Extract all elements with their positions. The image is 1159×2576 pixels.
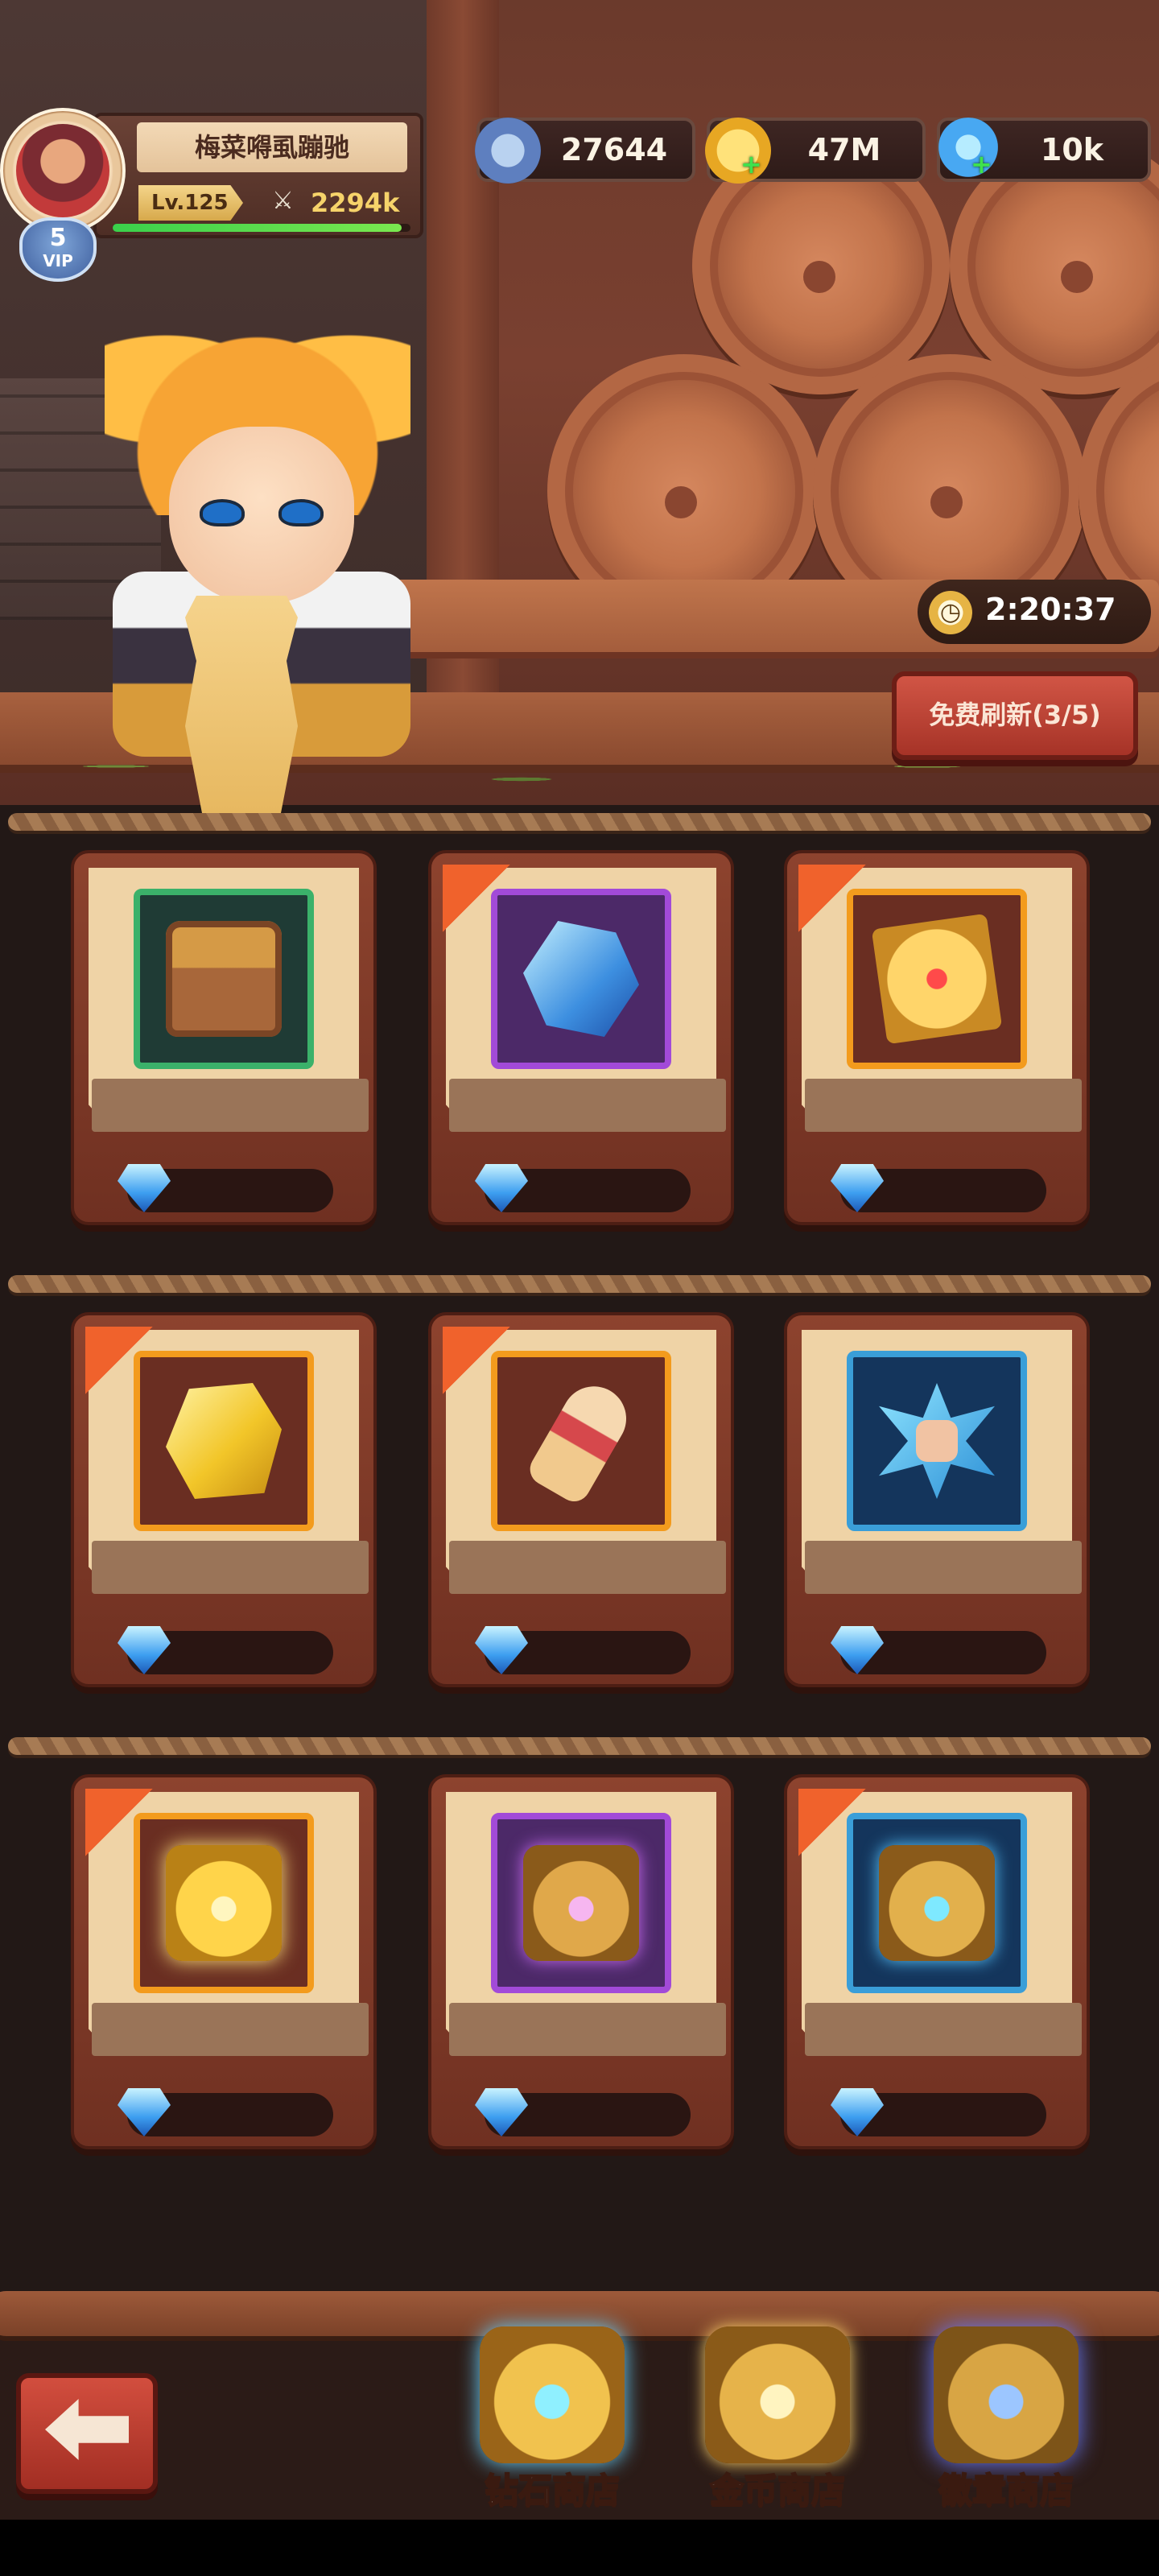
item-frame (847, 1813, 1027, 1993)
exp-bar-fill (113, 224, 402, 232)
currency-value: 47M (807, 132, 881, 167)
item-label (449, 1541, 726, 1594)
diamond-chest-icon (480, 2326, 625, 2463)
currency-value: 27644 (560, 132, 668, 167)
tab-badge-shop[interactable]: 徽章商店 (901, 2318, 1111, 2520)
shop-item-card[interactable] (428, 850, 734, 1225)
purple-skull-chest-icon (523, 1845, 639, 1961)
shop-screen: 梅菜嘚虱蹦驰 Lv.125 ⚔ 2294k 5 VIP 27644 + 47M … (0, 0, 1159, 2576)
shelf-rope (8, 1275, 1151, 1293)
item-label (805, 1541, 1082, 1594)
blue-crystal-icon (523, 921, 639, 1037)
back-button[interactable] (16, 2373, 158, 2494)
hero-scroll (185, 596, 298, 813)
gold-chest-icon (705, 2326, 850, 2463)
player-info-panel[interactable]: 梅菜嘚虱蹦驰 Lv.125 ⚔ 2294k (93, 113, 423, 238)
tab-diamond-shop[interactable]: 钻石商店 (448, 2318, 657, 2520)
diamond-icon: + (935, 118, 1001, 184)
item-frame (491, 889, 671, 1069)
shop-item-card[interactable] (428, 1774, 734, 2149)
plus-icon[interactable]: + (740, 151, 763, 177)
item-label (92, 1541, 369, 1594)
price-pill (831, 1164, 1046, 1212)
currency-gold[interactable]: + 47M (705, 118, 926, 184)
shop-item-card[interactable] (71, 1312, 377, 1687)
crossed-swords-icon: ⚔ (272, 187, 294, 215)
price-pill (475, 1164, 691, 1212)
item-frame (134, 889, 314, 1069)
gold-coin-icon: + (705, 118, 771, 184)
vip-level: 5 (49, 224, 67, 252)
shelf-rope (8, 813, 1151, 831)
avatar-portrait (16, 124, 109, 217)
price-pill (475, 2088, 691, 2136)
badge-chest-icon (934, 2326, 1079, 2463)
exp-bar (113, 224, 410, 232)
shopkeeper-hero (80, 306, 427, 821)
treasure-chest-icon (166, 921, 282, 1037)
shop-item-card[interactable] (71, 850, 377, 1225)
player-level: Lv.125 (138, 185, 243, 221)
price-pill (831, 1626, 1046, 1674)
tab-label: 徽章商店 (938, 2470, 1074, 2511)
tab-label: 钻石商店 (484, 2470, 621, 2511)
fist-skill-icon (879, 1383, 995, 1499)
clock-icon: ◷ (929, 591, 972, 634)
item-frame (847, 1351, 1027, 1531)
item-label (449, 2003, 726, 2056)
player-power: 2294k (311, 188, 400, 218)
shelf-rope (8, 1737, 1151, 1755)
price-pill (831, 2088, 1046, 2136)
hero-eye (200, 499, 245, 526)
shop-item-card[interactable] (784, 850, 1090, 1225)
item-frame (134, 1813, 314, 1993)
refresh-label: 免费刷新(3/5) (929, 700, 1101, 730)
system-nav-bar (0, 2520, 1159, 2576)
player-name: 梅菜嘚虱蹦驰 (137, 122, 407, 172)
timer-value: 2:20:37 (985, 592, 1116, 627)
red-scroll-icon (524, 1374, 638, 1508)
item-label (449, 1079, 726, 1132)
golden-spellbook-icon (871, 913, 1003, 1045)
currency-combat-power[interactable]: 27644 (475, 118, 695, 184)
vip-badge[interactable]: 5 VIP (19, 217, 97, 282)
shop-item-card[interactable] (71, 1774, 377, 2149)
blue-cloud-chest-icon (879, 1845, 995, 1961)
item-frame (847, 889, 1027, 1069)
item-frame (491, 1813, 671, 1993)
price-pill (118, 2088, 333, 2136)
plus-icon[interactable]: + (971, 151, 993, 177)
item-label (805, 2003, 1082, 2056)
vip-label: VIP (43, 251, 73, 270)
shop-item-card[interactable] (428, 1312, 734, 1687)
tab-label: 金币商店 (709, 2470, 846, 2511)
shop-item-card[interactable] (784, 1312, 1090, 1687)
price-pill (475, 1626, 691, 1674)
back-arrow-icon (45, 2399, 129, 2460)
price-pill (118, 1626, 333, 1674)
free-refresh-button[interactable]: 免费刷新(3/5) (892, 671, 1138, 760)
hero-face (169, 427, 354, 604)
item-label (805, 1079, 1082, 1132)
refresh-timer: ◷ 2:20:37 (918, 580, 1151, 644)
crossed-swords-icon (475, 118, 541, 184)
shop-item-card[interactable] (784, 1774, 1090, 2149)
item-frame (134, 1351, 314, 1531)
gold-ore-icon (166, 1383, 282, 1499)
tab-gold-shop[interactable]: 金币商店 (673, 2318, 882, 2520)
currency-diamond[interactable]: + 10k (935, 118, 1151, 184)
item-label (92, 2003, 369, 2056)
currency-value: 10k (1040, 132, 1104, 167)
item-frame (491, 1351, 671, 1531)
price-pill (118, 1164, 333, 1212)
golden-chest-icon (166, 1845, 282, 1961)
hero-eye (278, 499, 324, 526)
avatar[interactable] (0, 108, 126, 233)
item-label (92, 1079, 369, 1132)
